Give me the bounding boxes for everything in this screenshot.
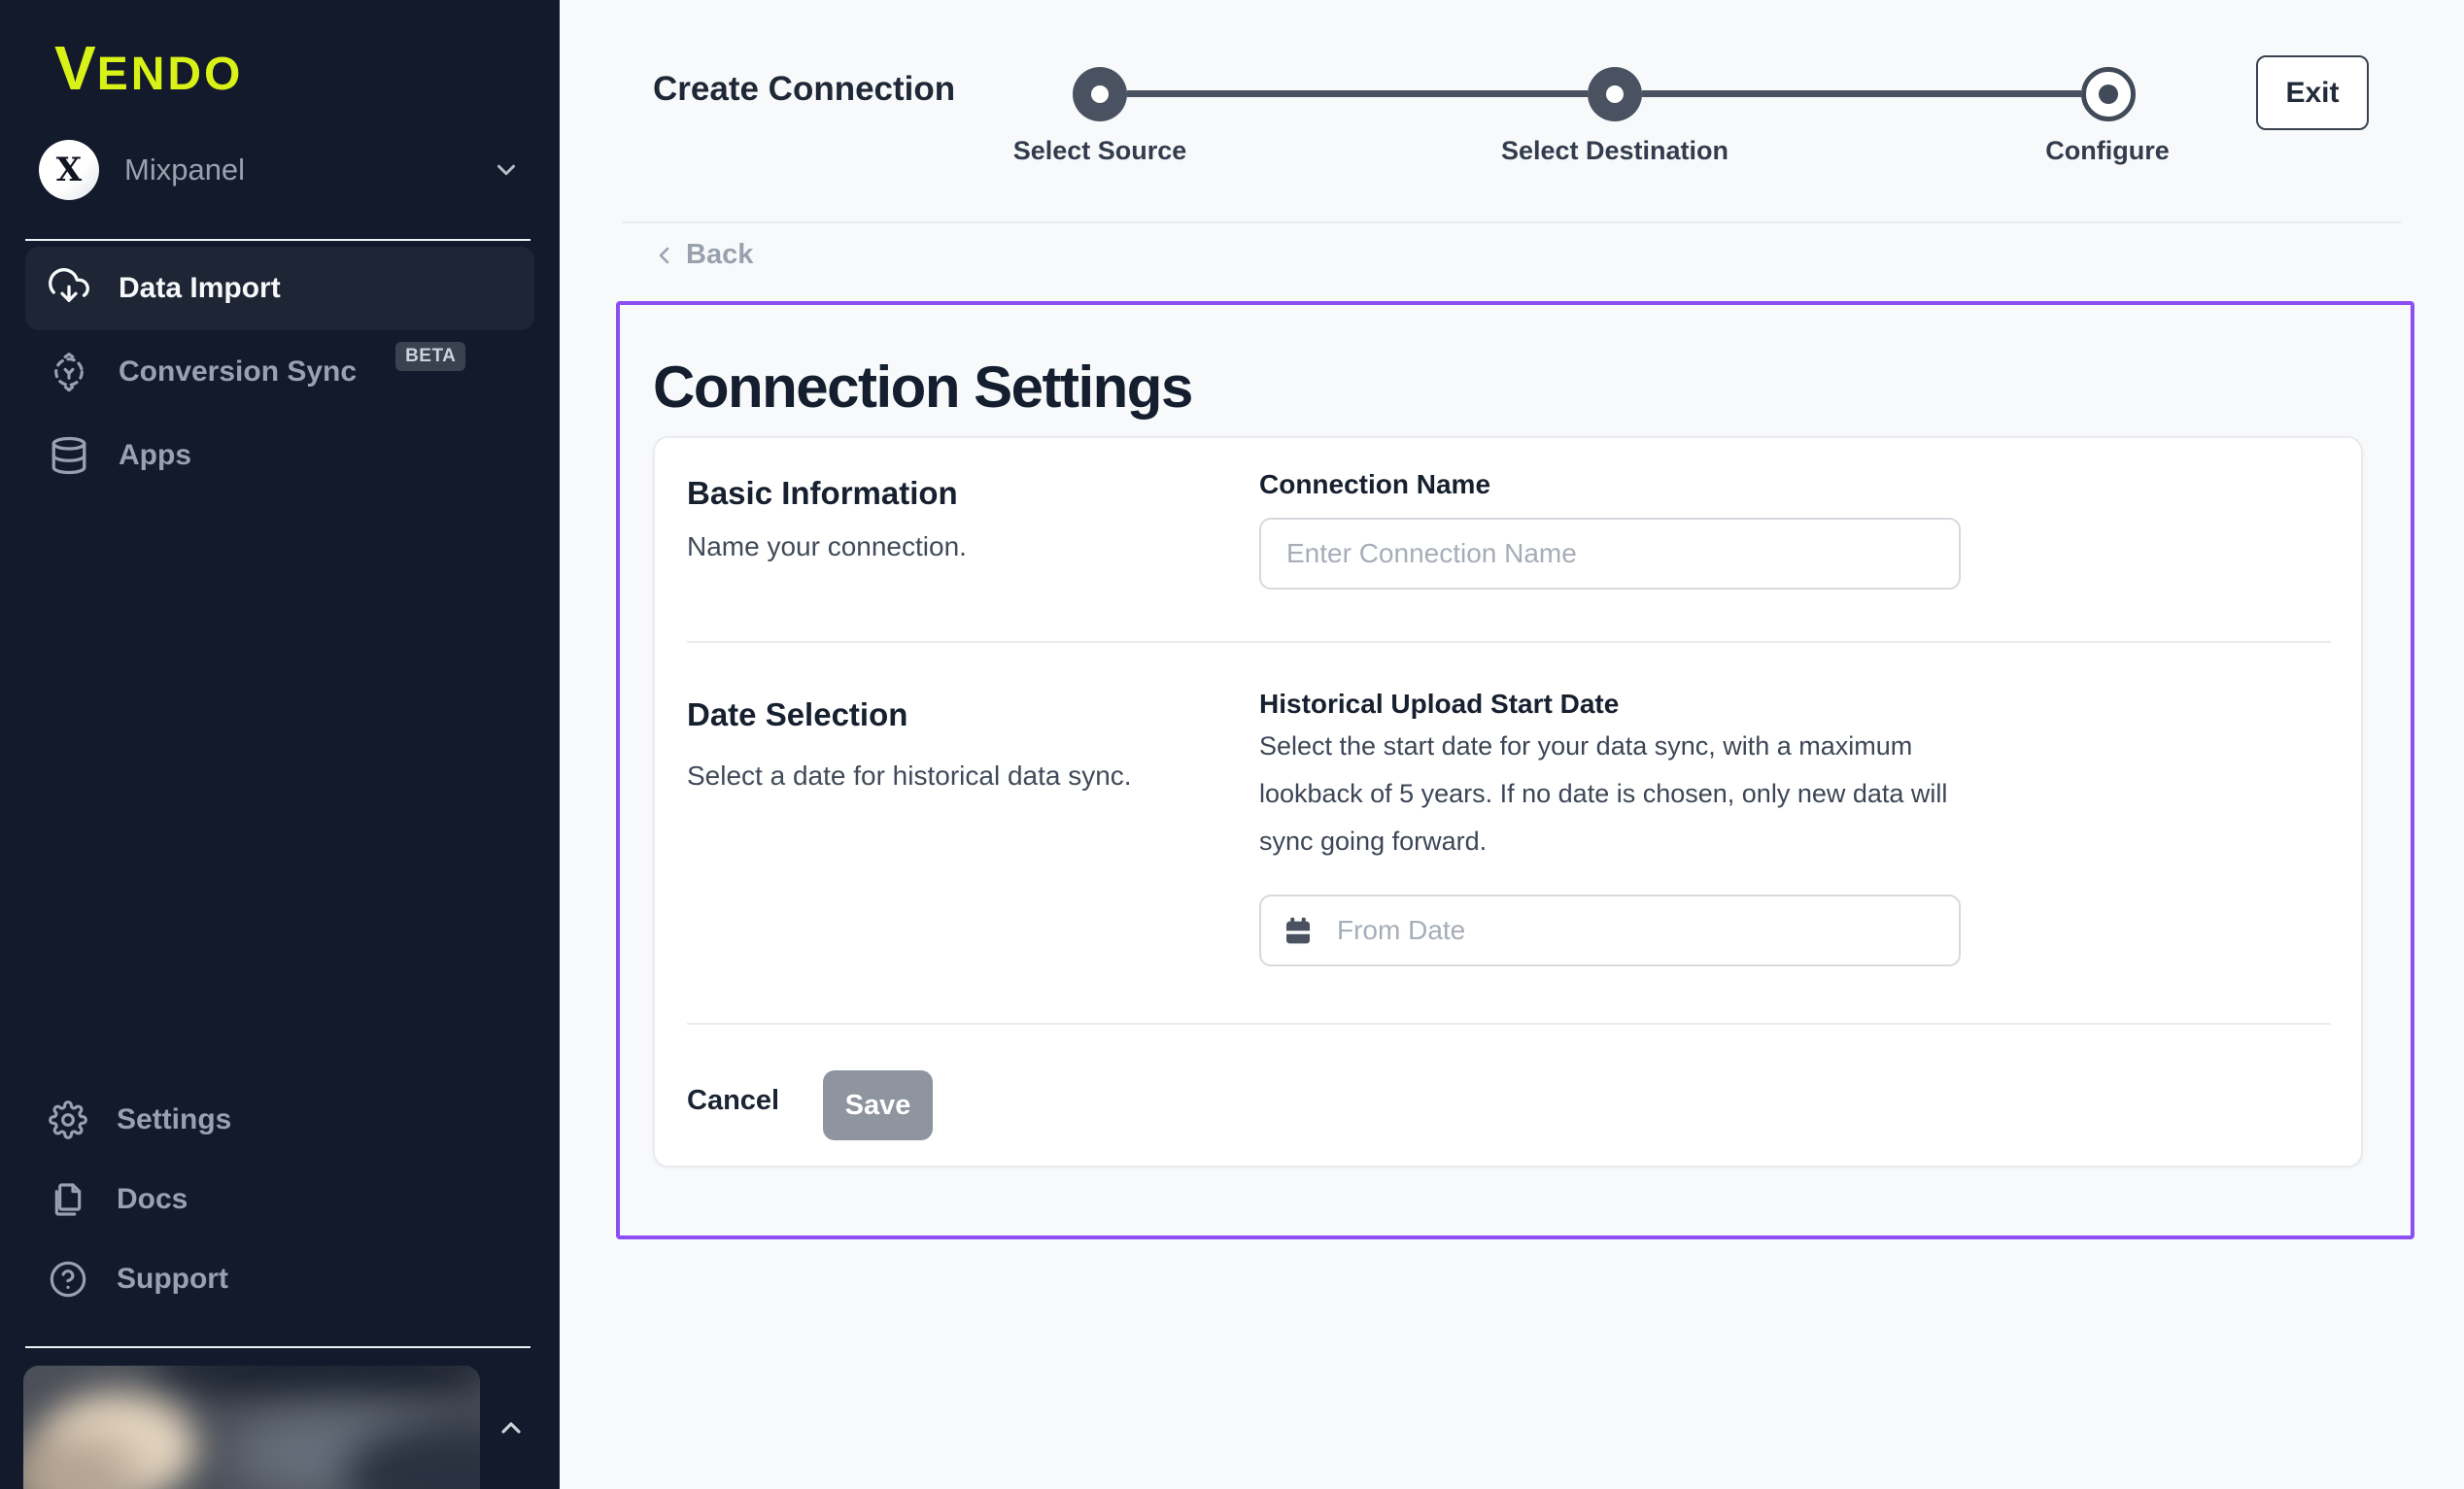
sidebar-nav: Data Import Conversion Sync BETA Apps — [25, 247, 534, 497]
hist-upload-desc-line: Select the start date for your data sync… — [1259, 731, 1912, 761]
sidebar-item-conversion-sync[interactable]: Conversion Sync BETA — [25, 330, 534, 414]
sidebar-item-docs[interactable]: Docs — [25, 1160, 534, 1239]
card-divider-1 — [687, 641, 2331, 643]
connection-name-label: Connection Name — [1259, 469, 1490, 500]
from-date-input[interactable] — [1259, 895, 1961, 966]
back-label: Back — [686, 239, 753, 271]
save-button[interactable]: Save — [823, 1070, 933, 1140]
sidebar-item-settings[interactable]: Settings — [25, 1080, 534, 1160]
panel-title: Connection Settings — [653, 354, 1192, 421]
main-content: Create Connection Select Source Select D… — [560, 0, 2464, 1489]
basic-info-subtitle: Name your connection. — [687, 531, 967, 562]
vendo-logo-v: V — [54, 33, 97, 103]
database-icon — [49, 435, 89, 476]
header-divider — [622, 221, 2401, 223]
sidebar-item-label: Data Import — [119, 272, 281, 305]
date-selection-title: Date Selection — [687, 696, 907, 733]
sidebar-item-label: Conversion Sync — [119, 355, 357, 389]
connection-settings-panel: Connection Settings Basic Information Na… — [616, 301, 2414, 1239]
step-label-select-destination: Select Destination — [1411, 136, 1819, 166]
sidebar-item-label: Apps — [119, 439, 191, 472]
sidebar-item-data-import[interactable]: Data Import — [25, 247, 534, 330]
basic-info-title: Basic Information — [687, 475, 958, 512]
step-select-destination[interactable] — [1588, 67, 1642, 121]
sidebar-footer-nav: Settings Docs Support — [25, 1080, 534, 1319]
conversion-sync-icon — [49, 352, 89, 392]
workspace-selector[interactable]: X Mixpanel — [39, 138, 521, 202]
cancel-button[interactable]: Cancel — [687, 1085, 779, 1117]
chevron-left-icon — [653, 244, 676, 267]
calendar-icon — [1283, 915, 1314, 946]
sidebar-item-support[interactable]: Support — [25, 1239, 534, 1319]
hist-upload-label: Historical Upload Start Date — [1259, 689, 1619, 720]
vendo-logo: VENDO — [54, 37, 243, 101]
exit-button[interactable]: Exit — [2256, 55, 2369, 130]
documents-icon — [49, 1180, 87, 1219]
user-profile-blurred — [23, 1366, 480, 1489]
from-date-field — [1259, 895, 1961, 966]
sidebar-item-label: Settings — [117, 1103, 231, 1136]
step-dot — [2099, 85, 2118, 104]
step-label-configure: Configure — [1903, 136, 2311, 166]
sidebar-divider-top — [25, 239, 530, 241]
gear-icon — [49, 1100, 87, 1139]
hist-upload-desc-line: lookback of 5 years. If no date is chose… — [1259, 779, 1947, 809]
cloud-download-icon — [49, 268, 89, 309]
sidebar-item-label: Docs — [117, 1183, 188, 1216]
settings-card: Basic Information Name your connection. … — [653, 436, 2363, 1168]
step-dot — [1091, 85, 1109, 103]
step-configure[interactable] — [2081, 67, 2136, 121]
chevron-up-icon — [496, 1412, 527, 1443]
hist-upload-desc-line: sync going forward. — [1259, 827, 1487, 857]
mixpanel-logo-icon: X — [39, 140, 99, 200]
beta-badge: BETA — [395, 342, 465, 371]
sidebar-item-apps[interactable]: Apps — [25, 414, 534, 497]
stepper-line-1 — [1127, 90, 1588, 97]
blur-blob — [150, 1366, 480, 1401]
step-dot — [1606, 85, 1624, 103]
vendo-logo-rest: ENDO — [97, 49, 244, 100]
card-divider-2 — [687, 1023, 2331, 1025]
step-label-select-source: Select Source — [896, 136, 1304, 166]
connection-name-input[interactable] — [1259, 518, 1961, 590]
help-circle-icon — [49, 1260, 87, 1299]
chevron-down-icon — [492, 155, 521, 185]
page-title: Create Connection — [653, 70, 955, 109]
app-root: VENDO X Mixpanel Data Import Conversion … — [0, 0, 2464, 1489]
step-select-source[interactable] — [1073, 67, 1127, 121]
stepper-line-2 — [1642, 90, 2081, 97]
workspace-name: Mixpanel — [124, 152, 492, 187]
back-link[interactable]: Back — [653, 239, 753, 271]
sidebar-item-label: Support — [117, 1263, 228, 1296]
sidebar-divider-bottom — [25, 1346, 530, 1348]
user-profile-menu[interactable] — [23, 1366, 548, 1489]
date-selection-subtitle: Select a date for historical data sync. — [687, 761, 1132, 792]
sidebar: VENDO X Mixpanel Data Import Conversion … — [0, 0, 560, 1489]
